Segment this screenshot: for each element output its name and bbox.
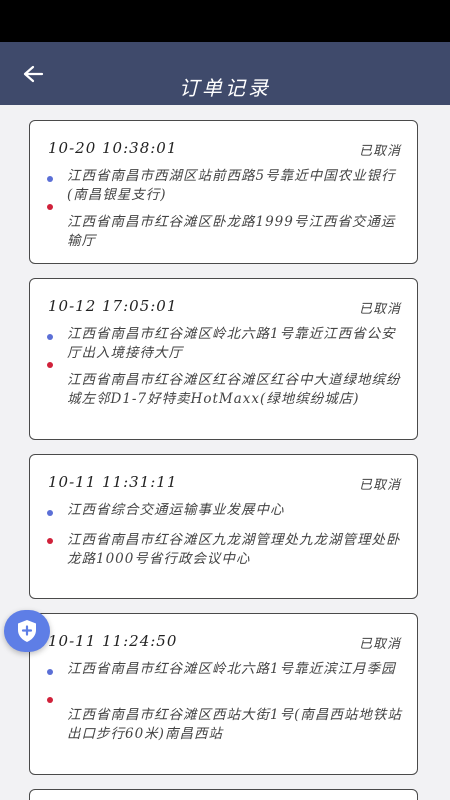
order-time: 10-11 11:24:50 <box>48 632 178 650</box>
order-card[interactable] <box>29 789 418 800</box>
order-status: 已取消 <box>358 478 401 493</box>
start-address: 江西省南昌市红谷滩区岭北六路1号靠近滨江月季园 <box>67 661 396 677</box>
end-dot-icon <box>47 204 53 210</box>
order-card[interactable]: 10-12 17:05:01 已取消 江西省南昌市红谷滩区岭北六路1号靠近江西省… <box>29 278 418 440</box>
order-status: 已取消 <box>358 144 401 159</box>
end-dot-icon <box>47 362 53 368</box>
order-status: 已取消 <box>358 302 401 317</box>
start-address: 江西省南昌市红谷滩区岭北六路1号靠近江西省公安厅出入境接待大厅 <box>67 326 396 361</box>
safety-fab-button[interactable] <box>4 610 50 652</box>
status-bar <box>0 0 450 42</box>
end-address: 江西省南昌市红谷滩区红谷滩区红谷中大道绿地缤纷城左邻D1-7好特卖HotMaxx… <box>67 372 401 407</box>
start-dot-icon <box>47 510 53 516</box>
end-dot-icon <box>47 538 53 544</box>
order-time: 10-11 11:31:11 <box>48 473 178 491</box>
end-address: 江西省南昌市红谷滩区九龙湖管理处九龙湖管理处卧龙路1000号省行政会议中心 <box>67 532 401 567</box>
start-address: 江西省综合交通运输事业发展中心 <box>67 502 285 518</box>
end-dot-icon <box>47 697 53 703</box>
order-card[interactable]: 10-20 10:38:01 已取消 江西省南昌市西湖区站前西路5号靠近中国农业… <box>29 120 418 264</box>
start-dot-icon <box>47 669 53 675</box>
shield-plus-icon <box>18 620 36 642</box>
order-card[interactable]: 10-11 11:24:50 已取消 江西省南昌市红谷滩区岭北六路1号靠近滨江月… <box>29 613 418 775</box>
order-time: 10-12 17:05:01 <box>48 297 178 315</box>
order-list[interactable]: 10-20 10:38:01 已取消 江西省南昌市西湖区站前西路5号靠近中国农业… <box>0 105 450 800</box>
end-address: 江西省南昌市红谷滩区卧龙路1999号江西省交通运输厅 <box>67 214 396 249</box>
start-dot-icon <box>47 334 53 340</box>
order-card[interactable]: 10-11 11:31:11 已取消 江西省综合交通运输事业发展中心 江西省南昌… <box>29 454 418 599</box>
order-time: 10-20 10:38:01 <box>48 139 178 157</box>
page-title: 订单记录 <box>179 76 271 100</box>
start-dot-icon <box>47 176 53 182</box>
app-header: 订单记录 <box>0 42 450 105</box>
start-address: 江西省南昌市西湖区站前西路5号靠近中国农业银行(南昌银星支行) <box>67 168 396 203</box>
order-status: 已取消 <box>358 637 401 652</box>
end-address: 江西省南昌市红谷滩区西站大街1号(南昌西站地铁站出口步行60米)南昌西站 <box>67 707 402 742</box>
